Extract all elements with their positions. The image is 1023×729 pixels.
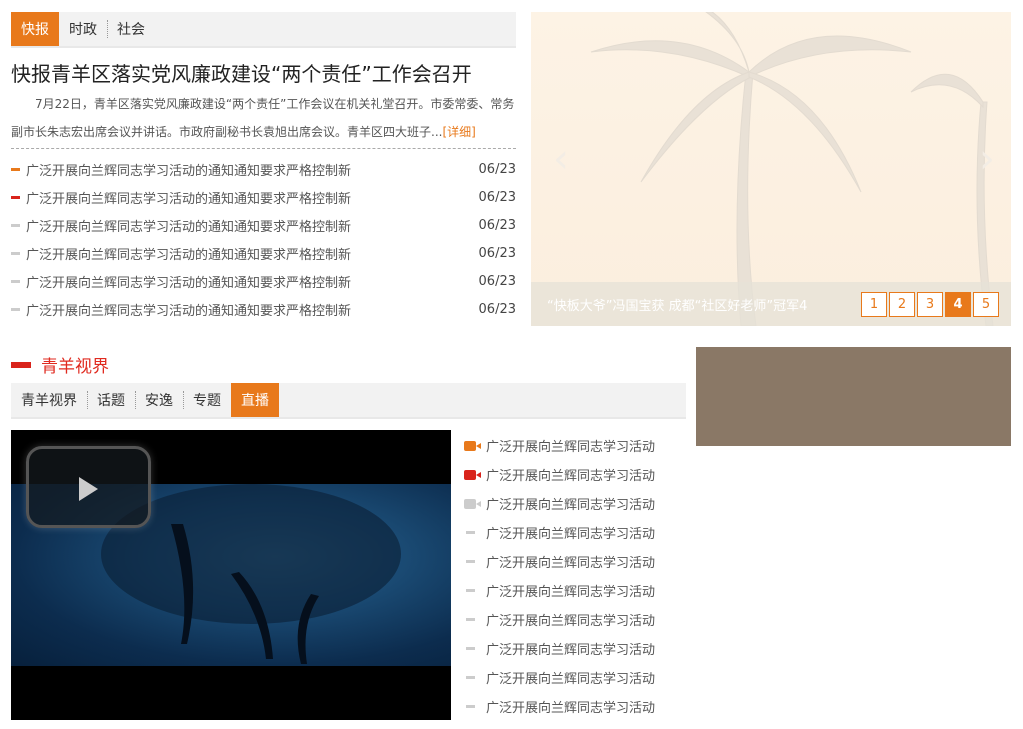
next-arrow-icon: › xyxy=(979,136,995,182)
list-item[interactable]: 广泛开展向兰辉同志学习活动 xyxy=(461,692,686,721)
play-button[interactable] xyxy=(26,446,151,528)
news-title[interactable]: 广泛开展向兰辉同志学习活动的通知通知要求严格控制新 xyxy=(26,300,479,319)
list-item[interactable]: 广泛开展向兰辉同志学习活动 xyxy=(461,460,686,489)
tab-1[interactable]: 时政 xyxy=(59,12,107,46)
video-title[interactable]: 广泛开展向兰辉同志学习活动 xyxy=(486,552,655,571)
ad-banner[interactable] xyxy=(696,347,1011,446)
divider xyxy=(11,148,516,149)
news-date: 06/23 xyxy=(478,301,516,317)
dash-bullet-icon xyxy=(461,613,479,627)
video-title[interactable]: 广泛开展向兰辉同志学习活动 xyxy=(486,523,655,542)
list-item[interactable]: 广泛开展向兰辉同志学习活动的通知通知要求严格控制新 06/23 xyxy=(11,239,516,267)
video-player[interactable] xyxy=(11,430,451,720)
list-item[interactable]: 广泛开展向兰辉同志学习活动 xyxy=(461,518,686,547)
prev-arrow-icon: ‹ xyxy=(553,136,569,182)
headline-summary: 7月22日，青羊区落实党风廉政建设“两个责任”工作会议在机关礼堂召开。市委常委、… xyxy=(11,90,516,146)
dash-bullet-icon xyxy=(461,671,479,685)
bullet-icon xyxy=(11,251,20,255)
video-list: 广泛开展向兰辉同志学习活动 广泛开展向兰辉同志学习活动 广泛开展向兰辉同志学习活动广… xyxy=(461,431,686,721)
page-button-3[interactable]: 3 xyxy=(917,291,943,317)
bullet-icon xyxy=(11,195,20,199)
bullet-icon xyxy=(11,307,20,311)
slider-pagination: 12345 xyxy=(861,291,1001,317)
list-item[interactable]: 广泛开展向兰辉同志学习活动 xyxy=(461,547,686,576)
palm-tree-image: ‹ › xyxy=(553,12,995,326)
section-tabs: 青羊视界 话题 安逸 专题 直播 xyxy=(11,383,686,419)
tab-0[interactable]: 青羊视界 xyxy=(11,383,87,417)
news-title[interactable]: 广泛开展向兰辉同志学习活动的通知通知要求严格控制新 xyxy=(26,244,479,263)
news-tabs: 快报 时政 社会 xyxy=(11,12,516,48)
section-title: 青羊视界 xyxy=(41,357,109,377)
video-camera-icon xyxy=(461,497,481,511)
news-date: 06/23 xyxy=(478,189,516,205)
list-item[interactable]: 广泛开展向兰辉同志学习活动 xyxy=(461,576,686,605)
news-title[interactable]: 广泛开展向兰辉同志学习活动的通知通知要求严格控制新 xyxy=(26,272,479,291)
bullet-icon xyxy=(11,279,20,283)
page-button-2[interactable]: 2 xyxy=(889,291,915,317)
video-title[interactable]: 广泛开展向兰辉同志学习活动 xyxy=(486,494,655,513)
list-item[interactable]: 广泛开展向兰辉同志学习活动 xyxy=(461,605,686,634)
image-slider[interactable]: ‹ › “快板大爷”冯国宝获 成都“社区好老师”冠军4 12345 xyxy=(531,12,1011,326)
video-title[interactable]: 广泛开展向兰辉同志学习活动 xyxy=(486,610,655,629)
video-title[interactable]: 广泛开展向兰辉同志学习活动 xyxy=(486,581,655,600)
dash-bullet-icon xyxy=(461,526,479,540)
news-title[interactable]: 广泛开展向兰辉同志学习活动的通知通知要求严格控制新 xyxy=(26,216,479,235)
page-button-5[interactable]: 5 xyxy=(973,291,999,317)
list-item[interactable]: 广泛开展向兰辉同志学习活动 xyxy=(461,634,686,663)
tab-3[interactable]: 专题 xyxy=(183,383,231,417)
list-item[interactable]: 广泛开展向兰辉同志学习活动 xyxy=(461,431,686,460)
video-camera-icon xyxy=(461,439,481,453)
summary-text: 7月22日，青羊区落实党风廉政建设“两个责任”工作会议在机关礼堂召开。市委常委、… xyxy=(11,97,515,139)
headline-title[interactable]: 快报青羊区落实党风廉政建设“两个责任”工作会召开 xyxy=(11,58,472,87)
dash-bullet-icon xyxy=(461,700,479,714)
video-title[interactable]: 广泛开展向兰辉同志学习活动 xyxy=(486,639,655,658)
list-item[interactable]: 广泛开展向兰辉同志学习活动的通知通知要求严格控制新 06/23 xyxy=(11,211,516,239)
section-marker-icon xyxy=(11,361,31,368)
tab-2[interactable]: 安逸 xyxy=(135,383,183,417)
list-item[interactable]: 广泛开展向兰辉同志学习活动的通知通知要求严格控制新 06/23 xyxy=(11,295,516,323)
slider-caption[interactable]: “快板大爷”冯国宝获 成都“社区好老师”冠军4 xyxy=(547,295,861,314)
tab-0[interactable]: 快报 xyxy=(11,12,59,46)
bullet-icon xyxy=(11,223,20,227)
video-title[interactable]: 广泛开展向兰辉同志学习活动 xyxy=(486,465,655,484)
list-item[interactable]: 广泛开展向兰辉同志学习活动的通知通知要求严格控制新 06/23 xyxy=(11,155,516,183)
video-title[interactable]: 广泛开展向兰辉同志学习活动 xyxy=(486,697,655,716)
list-item[interactable]: 广泛开展向兰辉同志学习活动 xyxy=(461,489,686,518)
list-item[interactable]: 广泛开展向兰辉同志学习活动的通知通知要求严格控制新 06/23 xyxy=(11,267,516,295)
video-title[interactable]: 广泛开展向兰辉同志学习活动 xyxy=(486,436,655,455)
page-button-1[interactable]: 1 xyxy=(861,291,887,317)
tab-1[interactable]: 话题 xyxy=(87,383,135,417)
list-item[interactable]: 广泛开展向兰辉同志学习活动 xyxy=(461,663,686,692)
news-date: 06/23 xyxy=(478,161,516,177)
news-date: 06/23 xyxy=(478,273,516,289)
news-date: 06/23 xyxy=(478,245,516,261)
news-title[interactable]: 广泛开展向兰辉同志学习活动的通知通知要求严格控制新 xyxy=(26,160,479,179)
bullet-icon xyxy=(11,167,20,171)
news-date: 06/23 xyxy=(478,217,516,233)
list-item[interactable]: 广泛开展向兰辉同志学习活动的通知通知要求严格控制新 06/23 xyxy=(11,183,516,211)
tab-4[interactable]: 直播 xyxy=(231,383,279,417)
slider-caption-bar: “快板大爷”冯国宝获 成都“社区好老师”冠军4 12345 xyxy=(531,282,1011,326)
video-camera-icon xyxy=(461,468,481,482)
section-header: 青羊视界 xyxy=(11,352,109,377)
news-list: 广泛开展向兰辉同志学习活动的通知通知要求严格控制新 06/23 广泛开展向兰辉同志学… xyxy=(11,155,516,323)
dash-bullet-icon xyxy=(461,642,479,656)
detail-link[interactable]: [详细] xyxy=(442,125,475,139)
tab-2[interactable]: 社会 xyxy=(107,12,155,46)
dash-bullet-icon xyxy=(461,555,479,569)
video-title[interactable]: 广泛开展向兰辉同志学习活动 xyxy=(486,668,655,687)
news-title[interactable]: 广泛开展向兰辉同志学习活动的通知通知要求严格控制新 xyxy=(26,188,479,207)
dash-bullet-icon xyxy=(461,584,479,598)
page-button-4[interactable]: 4 xyxy=(945,291,971,317)
